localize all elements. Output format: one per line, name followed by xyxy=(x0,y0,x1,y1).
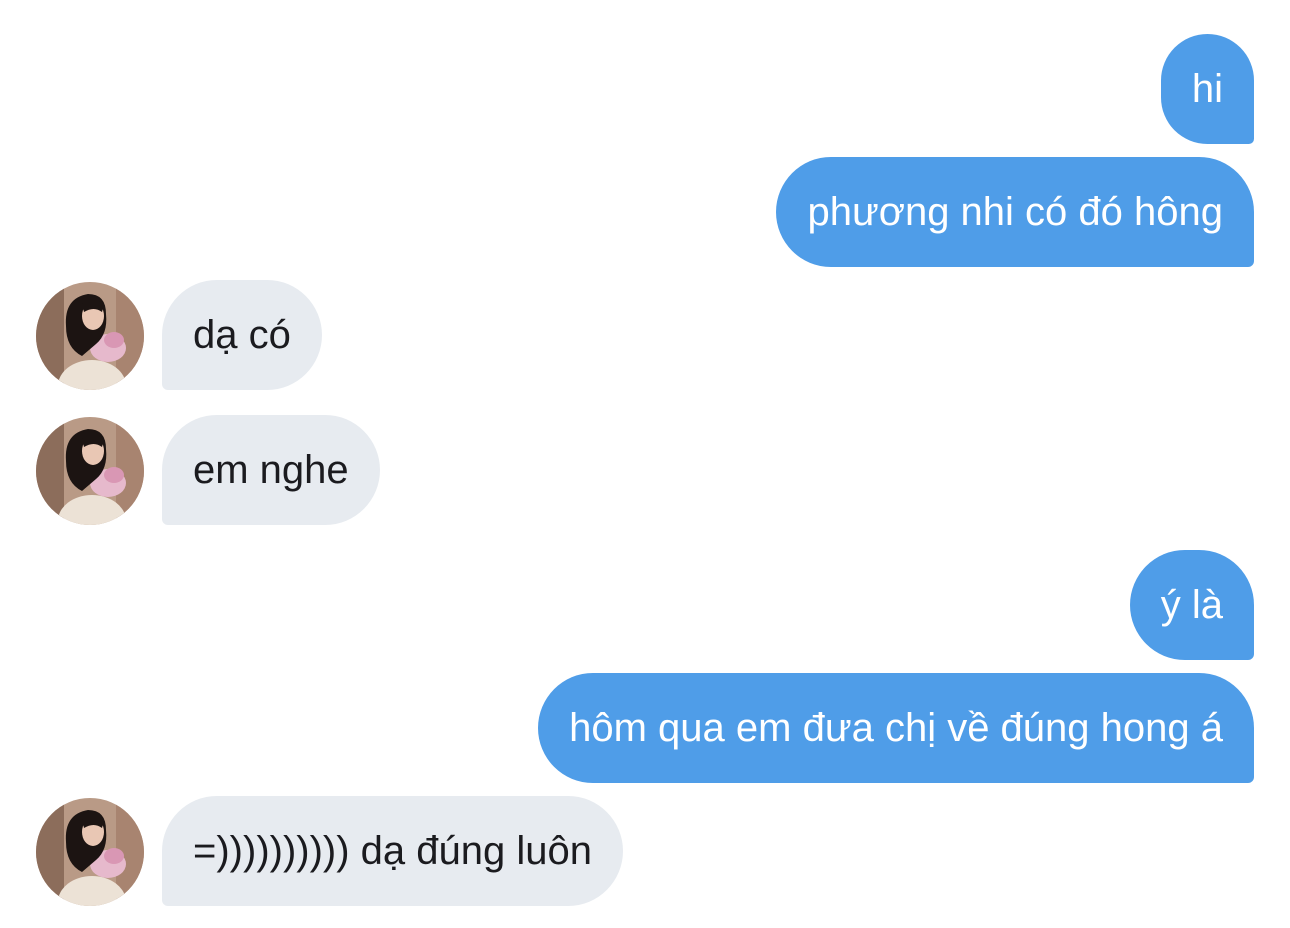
message-text: =)))))))))) dạ đúng luôn xyxy=(193,829,593,873)
message-text: phương nhi có đó hông xyxy=(807,190,1223,234)
message-text: ý là xyxy=(1160,583,1223,627)
message-text: em nghe xyxy=(193,448,349,492)
sent-message-bubble[interactable]: ý là xyxy=(1129,550,1254,660)
received-message-bubble[interactable]: =)))))))))) dạ đúng luôn xyxy=(162,796,624,906)
avatar-photo-icon xyxy=(36,282,144,390)
message-text: dạ có xyxy=(193,313,291,357)
sent-message-bubble[interactable]: hi xyxy=(1160,34,1254,144)
message-text: hôm qua em đưa chị về đúng hong á xyxy=(569,706,1223,750)
received-message-bubble[interactable]: dạ có xyxy=(162,280,322,390)
contact-avatar[interactable] xyxy=(36,798,144,906)
avatar-photo-icon xyxy=(36,798,144,906)
contact-avatar[interactable] xyxy=(36,282,144,390)
contact-avatar[interactable] xyxy=(36,417,144,525)
sent-message-bubble[interactable]: hôm qua em đưa chị về đúng hong á xyxy=(538,673,1254,783)
sent-message-bubble[interactable]: phương nhi có đó hông xyxy=(776,157,1254,267)
received-message-bubble[interactable]: em nghe xyxy=(162,415,380,525)
message-text: hi xyxy=(1191,67,1223,111)
avatar-photo-icon xyxy=(36,417,144,525)
